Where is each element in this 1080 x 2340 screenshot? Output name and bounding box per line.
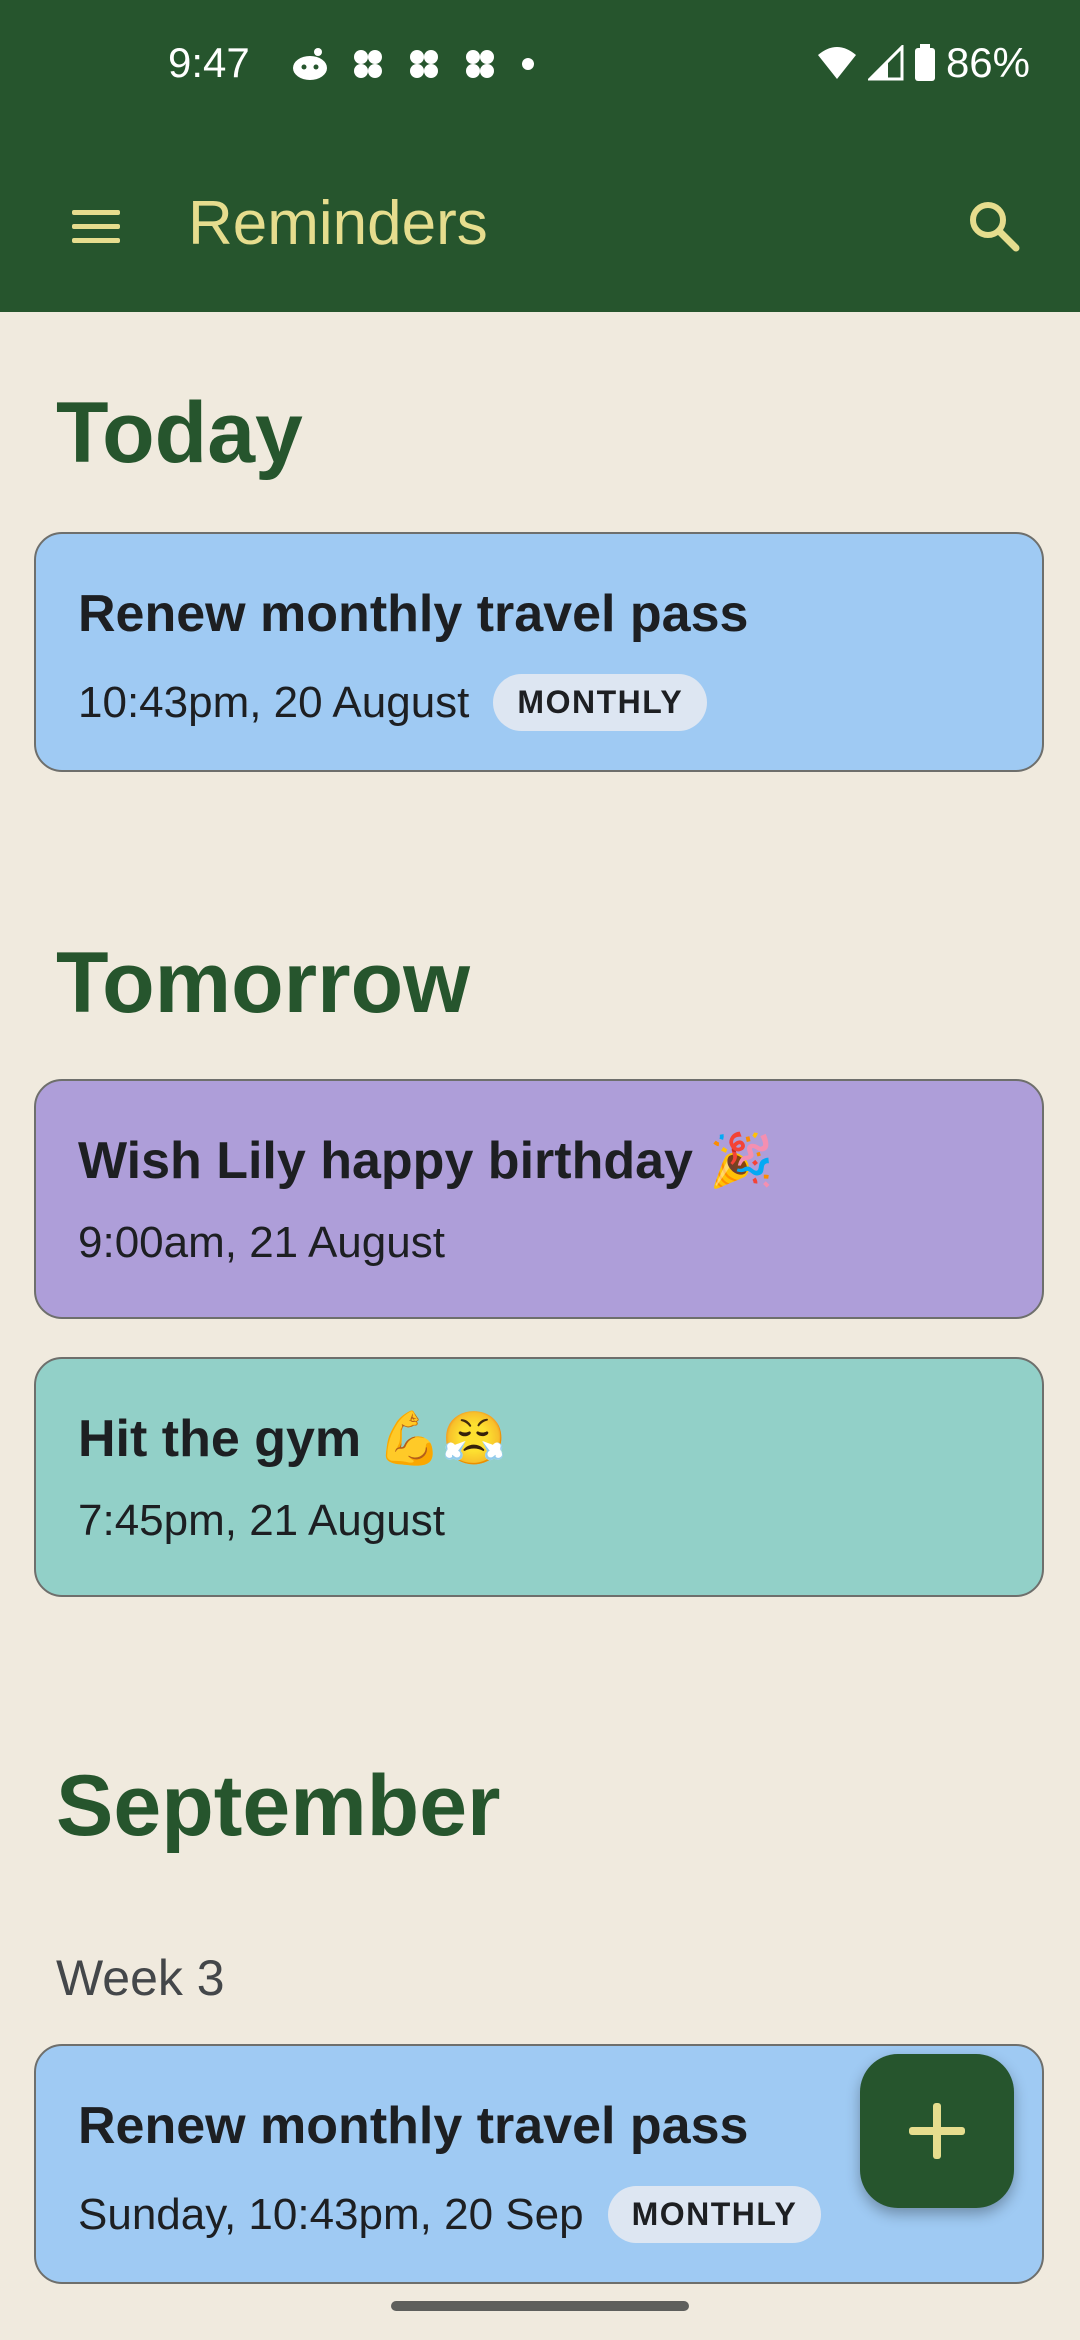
reminder-time: 9:00am, 21 August [78, 1218, 445, 1267]
add-reminder-button[interactable] [860, 2054, 1014, 2208]
gym-emoji: 💪😤 [377, 1410, 507, 1468]
notification-icons [290, 46, 538, 82]
app-icon [466, 50, 494, 78]
battery-icon [914, 44, 935, 81]
reminder-title: Hit the gym [78, 1410, 362, 1468]
reddit-icon [293, 48, 327, 80]
reminder-card[interactable]: Renew monthly travel pass 10:43pm, 20 Au… [34, 532, 1044, 772]
menu-icon [72, 210, 120, 243]
app-bar: Reminders [0, 140, 1080, 312]
reminder-meta: 9:00am, 21 August [78, 1221, 445, 1265]
wifi-icon [817, 47, 856, 79]
dot-icon [522, 58, 534, 70]
reminder-title: Wish Lily happy birthday [78, 1132, 693, 1190]
reminder-title: Renew monthly travel pass [78, 2097, 749, 2155]
reminder-meta: Sunday, 10:43pm, 20 Sep MONTHLY [78, 2186, 822, 2243]
reminder-time: 7:45pm, 21 August [78, 1496, 445, 1545]
week-label: Week 3 [56, 1950, 225, 2006]
plus-icon [909, 2103, 965, 2159]
app-title: Reminders [188, 189, 488, 258]
menu-button[interactable] [68, 198, 124, 254]
repeat-badge: MONTHLY [607, 2186, 822, 2243]
reminder-meta: 7:45pm, 21 August [78, 1499, 445, 1543]
section-title-september: September [56, 1758, 501, 1854]
app-icon [410, 50, 438, 78]
reminder-time: Sunday, 10:43pm, 20 Sep [78, 2189, 584, 2239]
signal-icon [867, 45, 904, 81]
reminder-card[interactable]: Hit the gym 💪😤 7:45pm, 21 August [34, 1357, 1044, 1597]
status-time: 9:47 [168, 39, 250, 86]
search-button[interactable] [964, 196, 1024, 256]
status-bar: 9:47 86% [0, 0, 1080, 140]
section-title-today: Today [56, 385, 303, 481]
reminder-card[interactable]: Wish Lily happy birthday 🎉 9:00am, 21 Au… [34, 1079, 1044, 1319]
party-emoji: 🎉 [708, 1132, 774, 1190]
section-title-tomorrow: Tomorrow [56, 935, 471, 1031]
home-indicator[interactable] [391, 2301, 689, 2311]
repeat-badge: MONTHLY [493, 674, 708, 731]
battery-percent: 86% [945, 39, 1030, 86]
app-icon [354, 50, 382, 78]
reminder-title: Renew monthly travel pass [78, 585, 749, 643]
reminder-time: 10:43pm, 20 August [78, 677, 470, 727]
search-icon [970, 202, 1020, 252]
status-right: 86% [816, 42, 1030, 84]
reminder-meta: 10:43pm, 20 August MONTHLY [78, 674, 708, 731]
reminder-title-row: Hit the gym 💪😤 [78, 1410, 507, 1468]
reminder-title-row: Wish Lily happy birthday 🎉 [78, 1132, 774, 1190]
